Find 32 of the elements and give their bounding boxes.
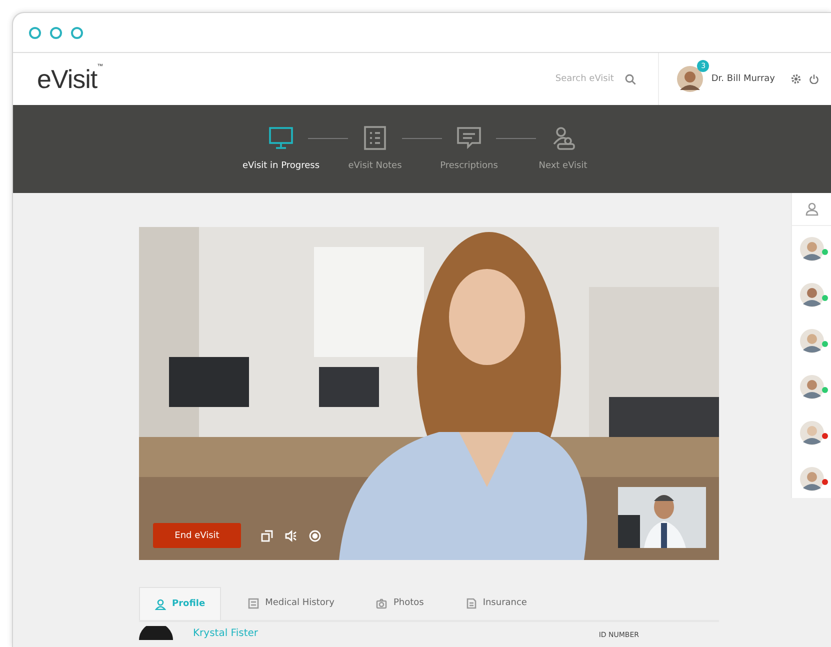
contact-avatar[interactable]	[800, 283, 824, 307]
step-tab[interactable]: eVisit in Progress	[241, 125, 321, 171]
contact-avatar[interactable]	[800, 421, 824, 445]
tab[interactable]: Insurance	[450, 587, 542, 619]
logo[interactable]: eVisit$^{™}$	[37, 64, 103, 94]
monitor-icon	[268, 125, 294, 151]
window-control-icon[interactable]	[50, 26, 62, 38]
power-icon[interactable]	[809, 74, 819, 84]
chat-bubble-icon	[456, 125, 482, 151]
user-icon[interactable]	[804, 202, 818, 216]
tab[interactable]: Medical History	[233, 587, 350, 619]
settings-icon[interactable]	[791, 74, 801, 84]
person-icon	[155, 598, 166, 610]
avatar[interactable]	[677, 66, 704, 92]
step-tab[interactable]: eVisit Notes	[335, 125, 415, 171]
contact-avatar[interactable]	[800, 329, 824, 353]
contact-avatar[interactable]	[800, 375, 824, 399]
list-icon	[248, 598, 260, 608]
contact-avatar[interactable]	[800, 467, 824, 491]
tab[interactable]: Photos	[361, 587, 439, 619]
camera-icon	[376, 598, 388, 608]
document-icon	[466, 598, 477, 608]
step-tab[interactable]: Next eVisit	[523, 125, 603, 171]
window-control-icon[interactable]	[29, 26, 41, 38]
step-tab[interactable]: Prescriptions	[429, 125, 509, 171]
list-icon	[362, 125, 388, 151]
search-icon[interactable]	[625, 74, 636, 84]
contact-avatar[interactable]	[800, 237, 824, 261]
user-name[interactable]: Dr. Bill Murray	[711, 74, 775, 84]
window-control-icon[interactable]	[71, 26, 83, 38]
search-field[interactable]: Search eVisit	[553, 73, 658, 85]
avatar	[139, 626, 173, 640]
